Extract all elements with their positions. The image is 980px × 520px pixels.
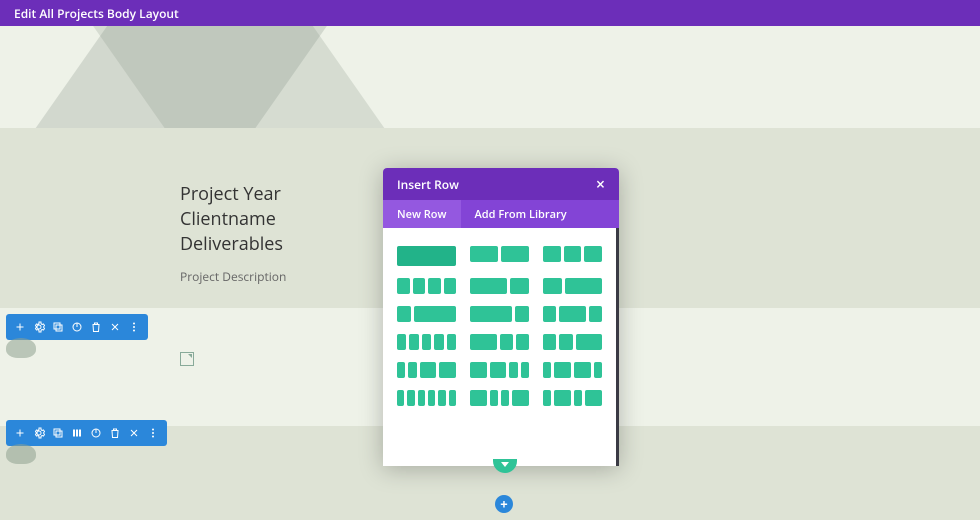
duplicate-icon[interactable] xyxy=(50,319,66,335)
section-toolbar xyxy=(6,314,148,340)
layout-option[interactable] xyxy=(543,306,602,322)
layout-option[interactable] xyxy=(397,334,456,350)
add-icon[interactable] xyxy=(12,319,28,335)
layout-option[interactable] xyxy=(543,362,602,378)
page-title: Edit All Projects Body Layout xyxy=(14,5,179,22)
duplicate-icon[interactable] xyxy=(50,425,66,441)
close-icon[interactable] xyxy=(107,319,123,335)
gear-icon[interactable] xyxy=(31,425,47,441)
more-icon[interactable] xyxy=(145,425,161,441)
trash-icon[interactable] xyxy=(88,319,104,335)
layout-option[interactable] xyxy=(397,390,456,406)
layout-option[interactable] xyxy=(397,362,456,378)
top-bar: Edit All Projects Body Layout xyxy=(0,0,980,26)
row-toolbar xyxy=(6,420,167,446)
insert-row-modal: Insert Row × New Row Add From Library xyxy=(383,168,619,466)
layout-option[interactable] xyxy=(470,334,529,350)
close-icon[interactable] xyxy=(126,425,142,441)
layout-option[interactable] xyxy=(470,306,529,322)
tab-add-from-library[interactable]: Add From Library xyxy=(461,200,581,228)
add-section-button[interactable]: + xyxy=(495,495,513,513)
close-icon[interactable]: × xyxy=(596,176,605,192)
layout-option[interactable] xyxy=(470,390,529,406)
layout-option[interactable] xyxy=(470,278,529,294)
layout-option[interactable] xyxy=(543,246,602,262)
tab-new-row[interactable]: New Row xyxy=(383,200,461,228)
layout-option[interactable] xyxy=(543,278,602,294)
layout-option[interactable] xyxy=(543,390,602,406)
layouts-grid xyxy=(397,246,602,406)
modal-tabs: New Row Add From Library xyxy=(383,200,619,228)
layout-option[interactable] xyxy=(470,362,529,378)
gear-icon[interactable] xyxy=(31,319,47,335)
modal-title: Insert Row xyxy=(397,176,459,193)
broken-image-icon xyxy=(180,352,194,366)
more-icon[interactable] xyxy=(126,319,142,335)
drag-handle-icon[interactable] xyxy=(6,444,36,464)
trash-icon[interactable] xyxy=(107,425,123,441)
modal-header: Insert Row × xyxy=(383,168,619,200)
hero-section xyxy=(0,26,980,128)
layout-option[interactable] xyxy=(397,278,456,294)
layout-option[interactable] xyxy=(397,246,456,266)
columns-icon[interactable] xyxy=(69,425,85,441)
add-icon[interactable] xyxy=(12,425,28,441)
power-icon[interactable] xyxy=(88,425,104,441)
modal-body xyxy=(383,228,619,466)
drag-handle-icon[interactable] xyxy=(6,338,36,358)
layout-option[interactable] xyxy=(397,306,456,322)
layout-option[interactable] xyxy=(470,246,529,262)
layout-option[interactable] xyxy=(543,334,602,350)
power-icon[interactable] xyxy=(69,319,85,335)
